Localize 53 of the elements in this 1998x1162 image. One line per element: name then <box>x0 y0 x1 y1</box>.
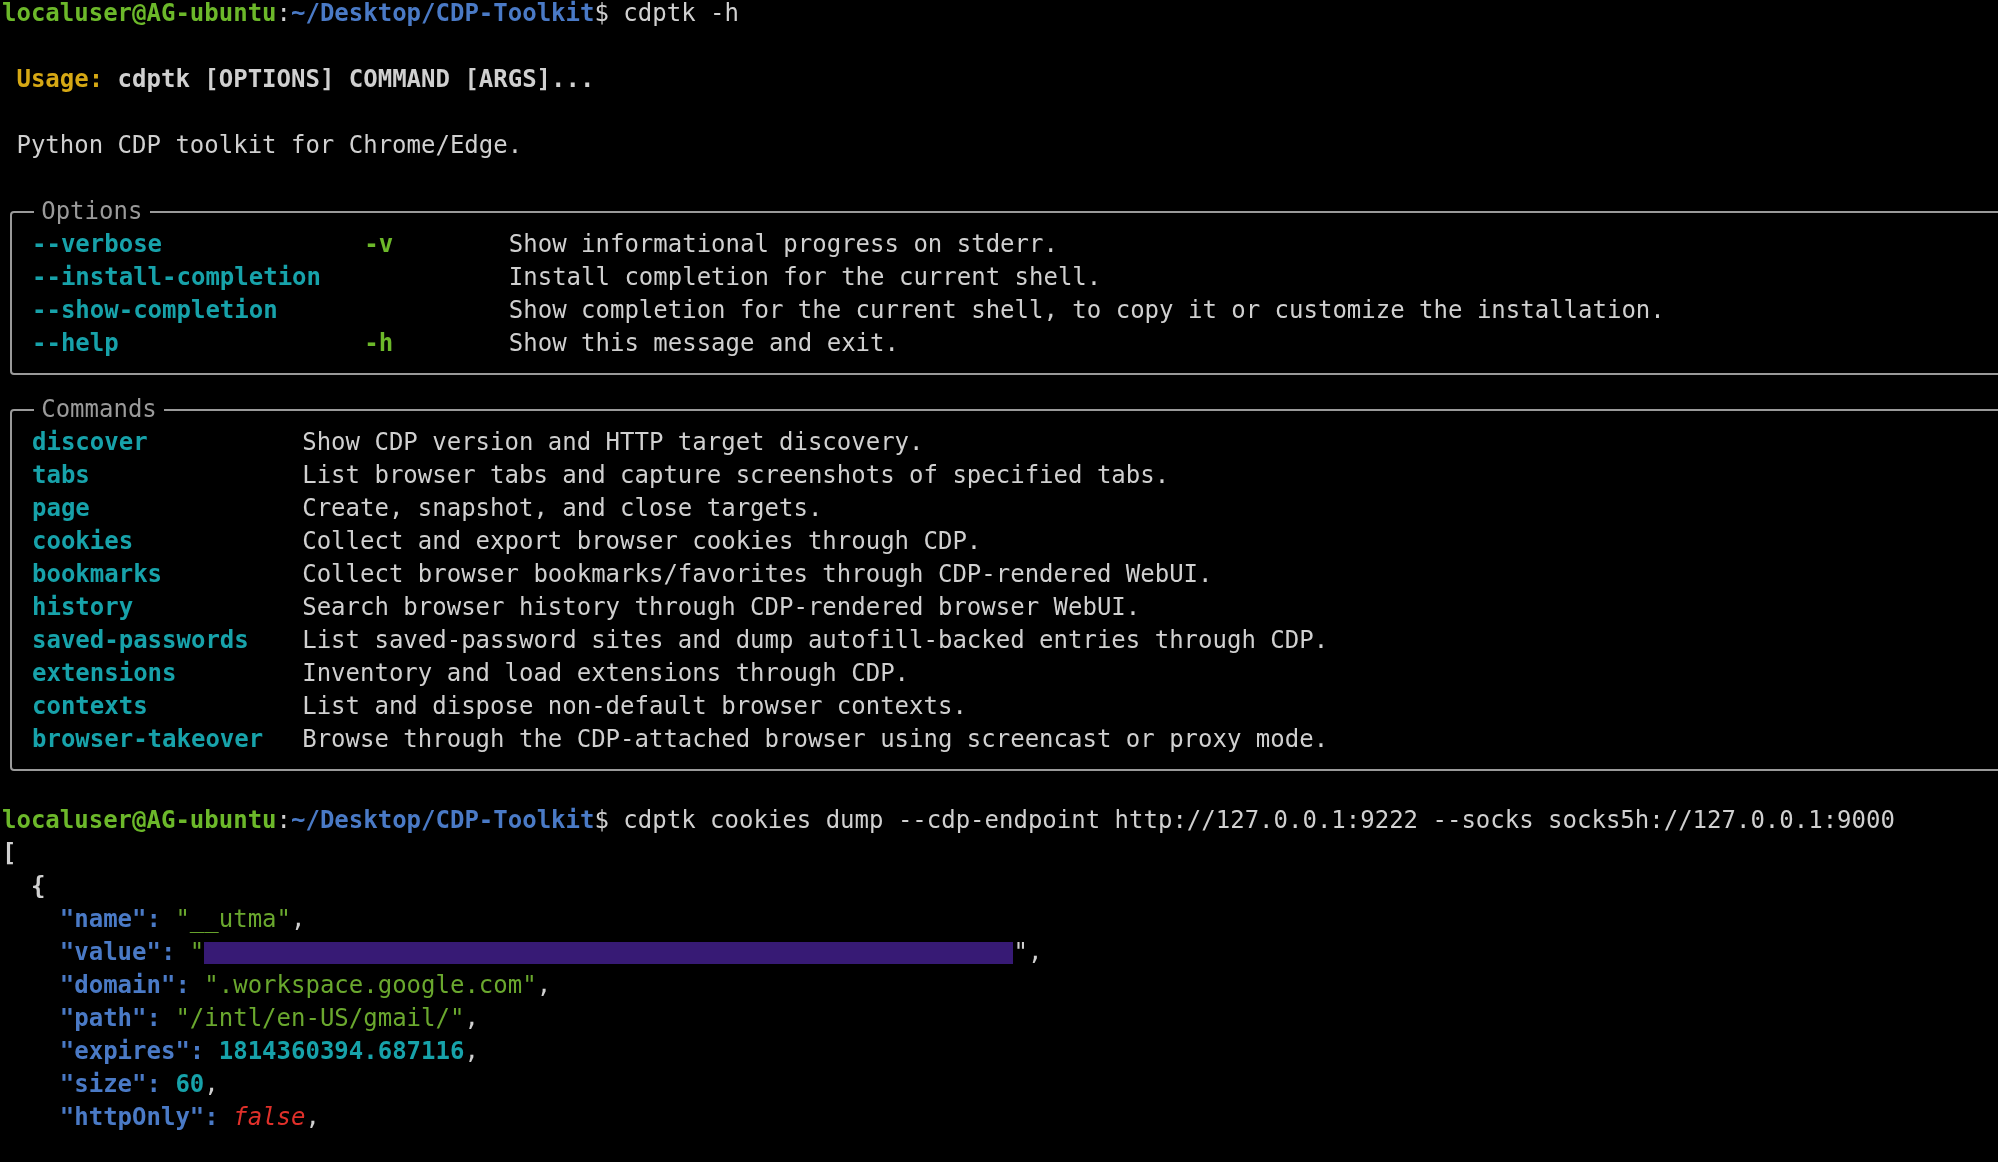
command-description: Show CDP version and HTTP target discovery. <box>302 427 925 458</box>
command-name: page <box>32 493 91 524</box>
json-key: "name": <box>59 903 176 936</box>
json-key: "httpOnly": <box>59 1101 234 1134</box>
option-short-label: -h <box>364 329 394 357</box>
command-description: Create, snapshot, and close targets. <box>302 493 824 524</box>
command-description: List and dispose non-default browser contexts. <box>302 691 968 722</box>
command-prompt: localuser@AG-ubuntu:~/Desktop/CDP-Toolkit$ cdptk cookies dump --cdp-endpoint http://127.0.0.1:9222 --socks socks5h://127.0.0.1:9000 <box>2 805 1895 836</box>
option-name: --help <box>32 328 120 359</box>
command-name: history <box>32 592 135 623</box>
json-key: "domain": <box>59 969 205 1002</box>
option-name: --verbose <box>32 229 164 260</box>
option-description: Show informational progress on stderr. <box>508 229 1059 260</box>
panel-title: Options <box>40 196 144 227</box>
json-key: "size": <box>59 1068 176 1101</box>
command-prompt: localuser@AG-ubuntu:~/Desktop/CDP-Toolkit$ cdptk -h <box>2 0 739 29</box>
option-description: Install completion for the current shell. <box>508 262 1103 293</box>
command-name: extensions <box>32 658 178 689</box>
command-name: discover <box>32 427 149 458</box>
quote-mark: ", <box>1013 937 1043 968</box>
option-description: Show this message and exit. <box>508 328 900 359</box>
command-name: bookmarks <box>32 559 164 590</box>
command-description: Collect browser bookmarks/favorites through CDP-rendered WebUI. <box>302 559 1214 590</box>
command-name: saved-passwords <box>32 625 250 656</box>
json-key: "expires": <box>59 1035 219 1068</box>
panel-title: Commands <box>40 394 158 425</box>
command-description: Inventory and load extensions through CDP. <box>302 658 911 689</box>
json-value: 60, <box>175 1069 219 1100</box>
command-name: browser-takeover <box>32 724 265 755</box>
description-text: Python CDP toolkit for Chrome/Edge. <box>16 130 523 161</box>
json-value: "__utma", <box>175 904 306 935</box>
command-description: Search browser history through CDP-rendered browser WebUI. <box>302 592 1142 623</box>
json-value: 1814360394.687116, <box>218 1036 479 1067</box>
json-key: "value": <box>59 936 190 969</box>
option-name: --install-completion <box>32 262 322 293</box>
json-bracket: [ <box>2 838 17 869</box>
usage-line: Usage: cdptk [OPTIONS] COMMAND [ARGS]... <box>16 64 595 95</box>
option-name: --show-completion <box>32 295 279 326</box>
json-value: "/intl/en-US/gmail/", <box>175 1003 479 1034</box>
json-value: false, <box>233 1102 320 1133</box>
command-description: List saved-password sites and dump autofill-backed entries through CDP. <box>302 625 1330 656</box>
json-key: "path": <box>59 1002 176 1035</box>
option-short-label: -v <box>364 230 394 258</box>
json-bracket: { <box>30 871 46 902</box>
option-description: Show completion for the current shell, to copy it or customize the installation. <box>508 295 1666 326</box>
quote-mark: " <box>189 937 205 968</box>
command-name: tabs <box>32 460 91 491</box>
command-name: cookies <box>32 526 135 557</box>
command-name: contexts <box>32 691 149 722</box>
command-description: List browser tabs and capture screenshots of specified tabs. <box>302 460 1171 491</box>
json-value: ".workspace.google.com", <box>204 970 552 1001</box>
command-description: Browse through the CDP-attached browser using screencast or proxy mode. <box>302 724 1330 755</box>
command-description: Collect and export browser cookies through CDP. <box>302 526 983 557</box>
